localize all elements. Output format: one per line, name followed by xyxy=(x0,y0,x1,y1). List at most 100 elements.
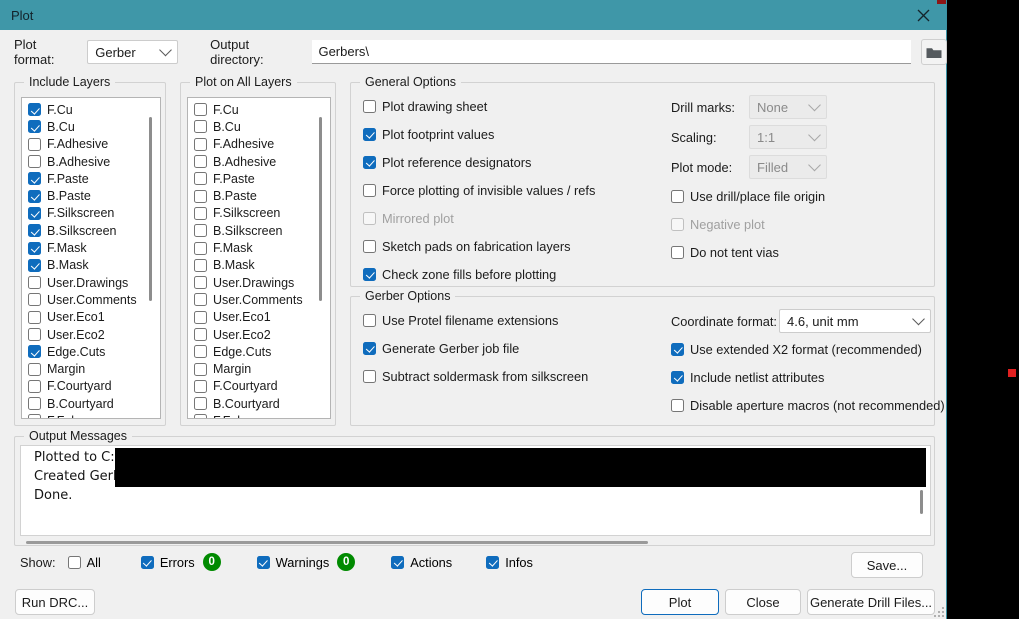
plot-all-layer-item[interactable]: F.Courtyard xyxy=(188,378,330,395)
include-layer-item[interactable]: User.Eco1 xyxy=(22,309,160,326)
include-layer-item[interactable]: B.Cu xyxy=(22,118,160,135)
plot-all-layer-item[interactable]: F.Adhesive xyxy=(188,136,330,153)
plot-all-layer-item[interactable]: B.Courtyard xyxy=(188,395,330,412)
checkbox[interactable] xyxy=(194,258,207,272)
plot-on-all-layers-list[interactable]: F.Cu B.Cu F.Adhesive B.Adhesive F.Paste B.Pas… xyxy=(187,97,331,419)
plot-on-all-layers-scrollbar[interactable] xyxy=(313,99,329,417)
checkbox[interactable] xyxy=(363,240,376,253)
checkbox[interactable] xyxy=(28,137,41,151)
resize-grip[interactable] xyxy=(932,605,944,617)
checkbox[interactable] xyxy=(28,293,41,307)
checkbox[interactable] xyxy=(671,399,684,412)
plot-all-layer-item[interactable]: User.Eco2 xyxy=(188,326,330,343)
include-layers-list[interactable]: F.Cu B.Cu F.Adhesive B.Adhesive F.Paste B.Pas… xyxy=(21,97,161,419)
checkbox[interactable] xyxy=(194,379,207,393)
checkbox[interactable] xyxy=(28,155,41,169)
include-layer-item[interactable]: F.Mask xyxy=(22,239,160,256)
plot-all-layer-item[interactable]: User.Drawings xyxy=(188,274,330,291)
save-button[interactable]: Save... xyxy=(851,552,923,578)
general-option-checkbox[interactable]: Plot reference designators xyxy=(363,155,595,170)
checkbox[interactable] xyxy=(671,246,684,259)
checkbox[interactable] xyxy=(363,156,376,169)
checkbox[interactable] xyxy=(671,190,684,203)
checkbox[interactable] xyxy=(363,314,376,327)
plot-all-layer-item[interactable]: F.Cu xyxy=(188,101,330,118)
general-option-checkbox[interactable]: Do not tent vias xyxy=(671,245,827,260)
checkbox[interactable] xyxy=(28,258,41,272)
include-layer-item[interactable]: F.Silkscreen xyxy=(22,205,160,222)
checkbox[interactable] xyxy=(28,172,41,186)
checkbox[interactable] xyxy=(671,218,684,231)
gerber-option-checkbox[interactable]: Include netlist attributes xyxy=(671,370,945,385)
scrollbar-thumb[interactable] xyxy=(319,117,322,301)
include-layer-item[interactable]: F.Paste xyxy=(22,170,160,187)
checkbox[interactable] xyxy=(194,397,207,411)
horizontal-scrollbar[interactable] xyxy=(26,541,648,544)
output-messages-box[interactable]: Plotted to C: Created Gerber job file Do… xyxy=(20,445,931,536)
checkbox[interactable] xyxy=(363,184,376,197)
show-filter-errors[interactable]: Errors 0 xyxy=(140,553,221,571)
checkbox[interactable] xyxy=(28,120,41,134)
checkbox[interactable] xyxy=(194,103,207,117)
plot-all-layer-item[interactable]: Edge.Cuts xyxy=(188,343,330,360)
general-option-checkbox[interactable]: Plot drawing sheet xyxy=(363,99,595,114)
gerber-option-checkbox[interactable]: Subtract soldermask from silkscreen xyxy=(363,369,588,384)
general-option-checkbox[interactable]: Use drill/place file origin xyxy=(671,189,827,204)
general-option-checkbox[interactable]: Force plotting of invisible values / ref… xyxy=(363,183,595,198)
plot-all-layer-item[interactable]: B.Silkscreen xyxy=(188,222,330,239)
checkbox[interactable] xyxy=(363,268,376,281)
include-layer-item[interactable]: B.Courtyard xyxy=(22,395,160,412)
plot-all-layer-item[interactable]: F.Fab xyxy=(188,412,330,418)
gerber-option-checkbox[interactable]: Use Protel filename extensions xyxy=(363,313,588,328)
general-option-checkbox[interactable]: Plot footprint values xyxy=(363,127,595,142)
checkbox[interactable] xyxy=(671,371,684,384)
checkbox[interactable] xyxy=(28,310,41,324)
plot-all-layer-item[interactable]: F.Mask xyxy=(188,239,330,256)
checkbox[interactable] xyxy=(194,224,207,238)
gerber-option-checkbox[interactable]: Use extended X2 format (recommended) xyxy=(671,342,945,357)
checkbox[interactable] xyxy=(28,397,41,411)
checkbox[interactable] xyxy=(194,155,207,169)
checkbox[interactable] xyxy=(194,276,207,290)
plot-all-layer-item[interactable]: F.Silkscreen xyxy=(188,205,330,222)
include-layer-item[interactable]: Margin xyxy=(22,360,160,377)
include-layer-item[interactable]: User.Drawings xyxy=(22,274,160,291)
checkbox[interactable] xyxy=(28,362,41,376)
include-layer-item[interactable]: Edge.Cuts xyxy=(22,343,160,360)
checkbox[interactable] xyxy=(194,328,207,341)
checkbox[interactable] xyxy=(28,189,41,203)
plot-button[interactable]: Plot xyxy=(641,589,719,615)
checkbox[interactable] xyxy=(363,100,376,113)
include-layer-item[interactable]: B.Silkscreen xyxy=(22,222,160,239)
checkbox[interactable] xyxy=(194,241,207,255)
generate-drill-files-button[interactable]: Generate Drill Files... xyxy=(807,589,935,615)
checkbox[interactable] xyxy=(28,345,41,359)
checkbox[interactable] xyxy=(671,343,684,356)
checkbox[interactable] xyxy=(67,555,81,569)
plot-all-layer-item[interactable]: B.Paste xyxy=(188,187,330,204)
checkbox[interactable] xyxy=(28,241,41,255)
checkbox[interactable] xyxy=(28,328,41,341)
checkbox[interactable] xyxy=(363,370,376,383)
show-filter-warnings[interactable]: Warnings 0 xyxy=(256,553,356,571)
general-option-checkbox[interactable]: Sketch pads on fabrication layers xyxy=(363,239,595,254)
checkbox[interactable] xyxy=(363,212,376,225)
close-button-footer[interactable]: Close xyxy=(725,589,801,615)
checkbox[interactable] xyxy=(194,362,207,376)
browse-directory-button[interactable] xyxy=(921,39,948,65)
include-layer-item[interactable]: User.Comments xyxy=(22,291,160,308)
plot-all-layer-item[interactable]: User.Eco1 xyxy=(188,309,330,326)
checkbox[interactable] xyxy=(28,224,41,238)
checkbox[interactable] xyxy=(363,128,376,141)
plot-format-select[interactable]: Gerber xyxy=(87,40,179,64)
run-drc-button[interactable]: Run DRC... xyxy=(15,589,95,615)
include-layer-item[interactable]: B.Adhesive xyxy=(22,153,160,170)
checkbox[interactable] xyxy=(256,555,270,569)
include-layer-item[interactable]: User.Eco2 xyxy=(22,326,160,343)
checkbox[interactable] xyxy=(194,310,207,324)
include-layer-item[interactable]: F.Courtyard xyxy=(22,378,160,395)
checkbox[interactable] xyxy=(194,414,207,418)
checkbox[interactable] xyxy=(28,276,41,290)
plot-all-layer-item[interactable]: F.Paste xyxy=(188,170,330,187)
plot-all-layer-item[interactable]: B.Mask xyxy=(188,257,330,274)
